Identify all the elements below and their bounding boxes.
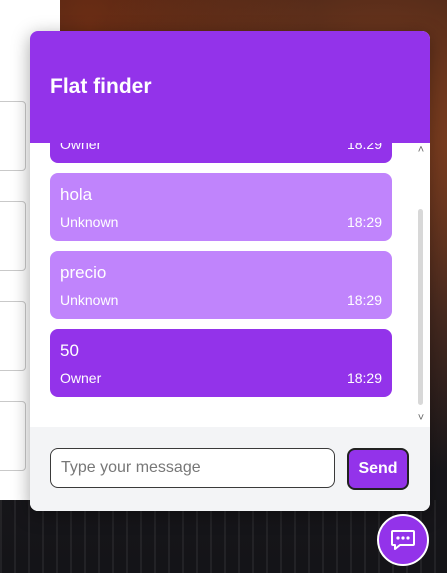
form-field[interactable] (0, 101, 26, 171)
form-field[interactable] (0, 301, 26, 371)
message-sender: Owner (60, 370, 102, 386)
send-button[interactable]: Send (347, 448, 409, 490)
message-time: 18:29 (346, 292, 382, 308)
chat-header: Flat finder (30, 31, 430, 143)
message-item: Owner 18:29 (50, 143, 392, 163)
message-item: hola Unknown 18:29 (50, 173, 392, 241)
form-field[interactable] (0, 401, 26, 471)
message-text: precio (60, 263, 107, 282)
message-item: 50 Owner 18:29 (50, 329, 392, 397)
chevron-down-icon[interactable]: ˅ (414, 411, 428, 425)
message-time: 18:29 (346, 214, 382, 230)
chevron-up-icon[interactable]: ˄ (414, 143, 428, 157)
message-text: hola (60, 185, 93, 204)
chat-widget: Flat finder Owner 18:29 hola Unknown 18:… (30, 31, 430, 511)
message-list[interactable]: Owner 18:29 hola Unknown 18:29 precio Un… (30, 143, 430, 427)
message-sender: Unknown (60, 292, 119, 308)
chat-title: Flat finder (50, 75, 152, 98)
message-text: 50 (60, 341, 79, 360)
message-item: precio Unknown 18:29 (50, 251, 392, 319)
message-sender: Owner (60, 143, 102, 152)
message-sender: Unknown (60, 214, 119, 230)
chat-toggle-button[interactable] (377, 514, 429, 566)
message-time: 18:29 (346, 143, 382, 152)
message-input[interactable] (50, 448, 335, 488)
message-time: 18:29 (346, 370, 382, 386)
chat-footer: Send (30, 427, 430, 511)
chat-bubble-icon (391, 530, 415, 550)
form-field[interactable] (0, 201, 26, 271)
scrollbar-thumb[interactable] (418, 209, 423, 405)
